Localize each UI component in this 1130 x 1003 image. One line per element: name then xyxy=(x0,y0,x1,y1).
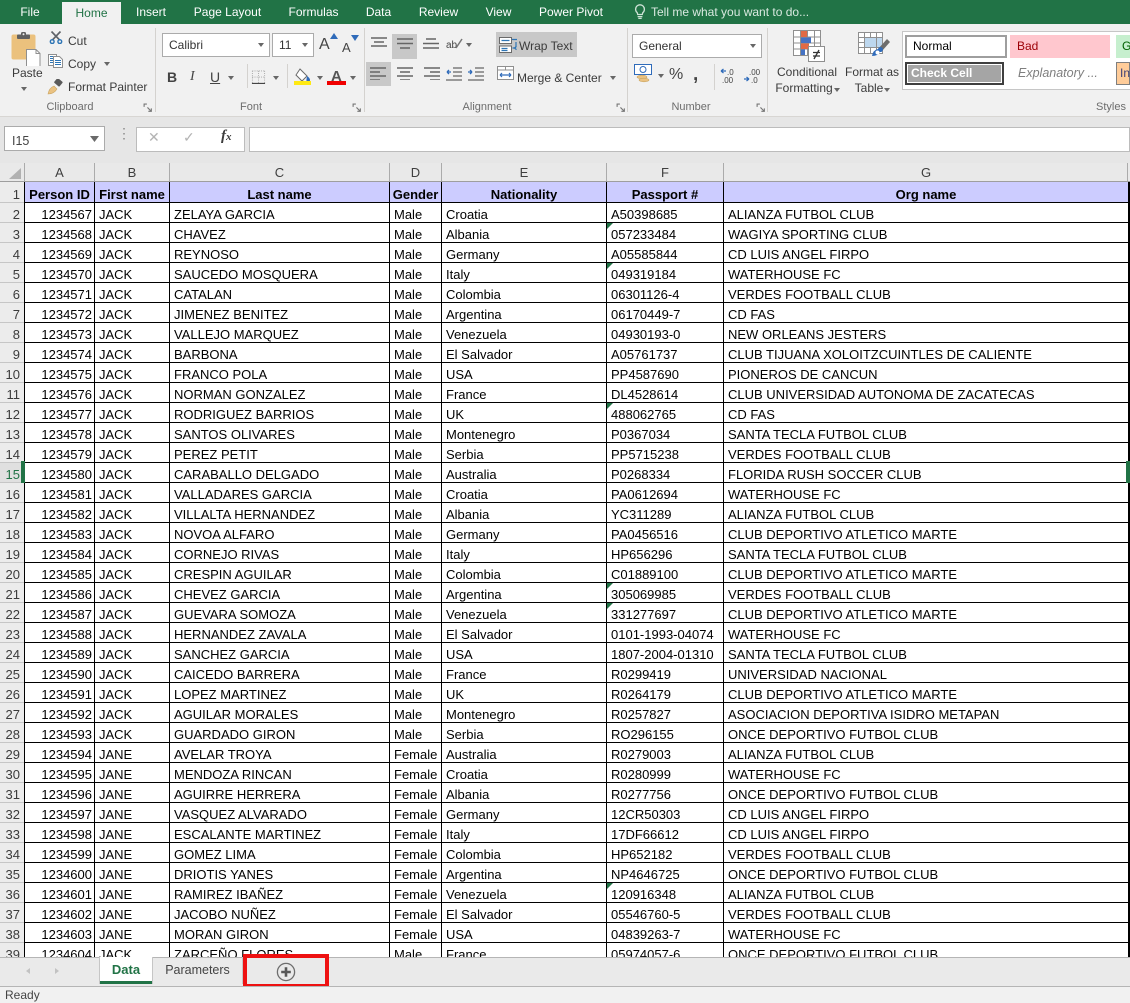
svg-text:.00: .00 xyxy=(722,76,734,84)
svg-text:ab: ab xyxy=(446,40,458,51)
svg-text:.0: .0 xyxy=(751,76,758,84)
